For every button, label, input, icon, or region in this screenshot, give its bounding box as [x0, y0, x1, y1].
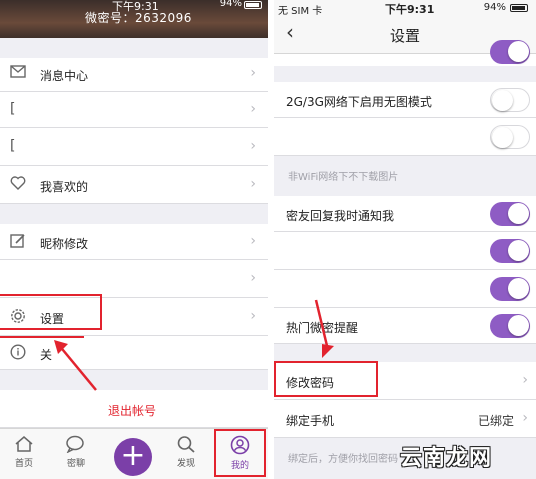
row-label-bind-phone: 绑定手机: [286, 414, 335, 428]
menu-item-likes[interactable]: 我喜欢的 ›: [0, 166, 268, 204]
annotation-arrow: [314, 299, 334, 358]
annotation-arrow: [54, 340, 97, 391]
tab-label-home: 首页: [14, 459, 33, 469]
chevron-right-icon: ›: [250, 101, 256, 117]
settings-row-no-image: 2G/3G网络下启用无图模式: [274, 82, 536, 118]
partial-row: [274, 40, 536, 66]
status-bar: 无 SIM 卡 下午9:31 94%: [274, 0, 536, 17]
menu-item-nickname[interactable]: 昵称修改 ›: [0, 224, 268, 260]
tab-label-discover: 发现: [176, 459, 195, 469]
chevron-right-icon: ›: [522, 410, 528, 426]
status-battery: 94%: [219, 0, 242, 9]
search-icon: [177, 436, 195, 453]
mail-icon: [10, 64, 26, 82]
toggle-row-2[interactable]: [490, 125, 530, 149]
toggle-friend-reply[interactable]: [490, 202, 530, 226]
toggle-row-5[interactable]: [490, 277, 530, 301]
menu-item-hidden-1[interactable]: [ ›: [0, 92, 268, 128]
menu-label-messages: 消息中心: [40, 69, 89, 83]
menu-item-about[interactable]: 关: [0, 336, 268, 370]
settings-screen: 无 SIM 卡 下午9:31 94% ‹ 设置 2G/3G网络下启用无图模式 非…: [274, 0, 536, 479]
battery-icon: [510, 4, 528, 12]
menu-item-messages[interactable]: 消息中心 ›: [0, 58, 268, 92]
bracket-icon: [: [10, 138, 16, 154]
heart-icon: [10, 176, 26, 194]
toggle-knob: [508, 240, 529, 261]
partial-toggle[interactable]: [490, 40, 530, 64]
compose-plus-button[interactable]: +: [114, 438, 152, 476]
tab-label-chat: 密聊: [66, 459, 85, 469]
toggle-knob: [508, 203, 529, 224]
menu-item-hidden-3[interactable]: ›: [0, 260, 268, 298]
profile-screen: 下午9:31 94% 微密号：2632096 消息中心 › [ › [ › 我喜…: [0, 0, 268, 479]
toggle-row-4[interactable]: [490, 239, 530, 263]
toggle-knob: [508, 41, 529, 62]
status-battery: 94%: [483, 2, 506, 13]
settings-row-4: [274, 232, 536, 270]
chevron-right-icon: ›: [250, 176, 256, 192]
bracket-icon: [: [10, 101, 16, 117]
chevron-right-icon: ›: [250, 65, 256, 81]
settings-row-friend-reply: 密友回复我时通知我: [274, 196, 536, 232]
logout-annotation: 退出帐号: [108, 404, 157, 418]
wifi-note: 非WiFi网络下不下载图片: [288, 172, 399, 183]
chevron-right-icon: ›: [250, 138, 256, 154]
toggle-knob: [508, 315, 529, 336]
logout-row[interactable]: 退出帐号: [0, 390, 268, 428]
settings-highlight: [0, 294, 102, 330]
chevron-right-icon: ›: [250, 308, 256, 324]
toggle-knob: [492, 90, 513, 111]
profile-header: 下午9:31 94% 微密号：2632096: [0, 0, 268, 38]
menu-label-nickname: 昵称修改: [40, 237, 89, 251]
tab-chat[interactable]: 密聊: [54, 429, 98, 479]
status-time: 下午9:31: [385, 3, 435, 16]
tab-home[interactable]: 首页: [2, 429, 46, 479]
bind-phone-status: 已绑定: [477, 414, 514, 428]
row-label-no-image: 2G/3G网络下启用无图模式: [286, 95, 432, 109]
watermark: 云南龙网: [400, 446, 493, 471]
weimi-id: 微密号：2632096: [85, 11, 192, 25]
battery-icon: [244, 1, 262, 9]
bind-note: 绑定后，方便你找回密码: [288, 454, 398, 465]
menu-label-likes: 我喜欢的: [40, 180, 89, 194]
edit-icon: [10, 233, 26, 252]
menu-item-hidden-2[interactable]: [ ›: [0, 128, 268, 166]
chevron-right-icon: ›: [250, 233, 256, 249]
toggle-knob: [508, 278, 529, 299]
chevron-right-icon: ›: [522, 372, 528, 388]
home-icon: [15, 436, 33, 452]
carrier-label: 无 SIM 卡: [278, 6, 323, 17]
toggle-knob: [492, 127, 513, 148]
toggle-hot-reminder[interactable]: [490, 314, 530, 338]
change-password-highlight: [274, 361, 378, 397]
settings-row-2: [274, 118, 536, 156]
info-icon: [10, 344, 26, 364]
chevron-right-icon: ›: [250, 270, 256, 286]
toggle-no-image[interactable]: [490, 88, 530, 112]
tab-discover[interactable]: 发现: [164, 429, 208, 479]
tab-mine-highlight: [214, 429, 266, 477]
row-label-friend-reply: 密友回复我时通知我: [286, 209, 395, 223]
chat-icon: [66, 435, 84, 453]
settings-row-bind-phone[interactable]: 绑定手机 已绑定 ›: [274, 400, 536, 438]
